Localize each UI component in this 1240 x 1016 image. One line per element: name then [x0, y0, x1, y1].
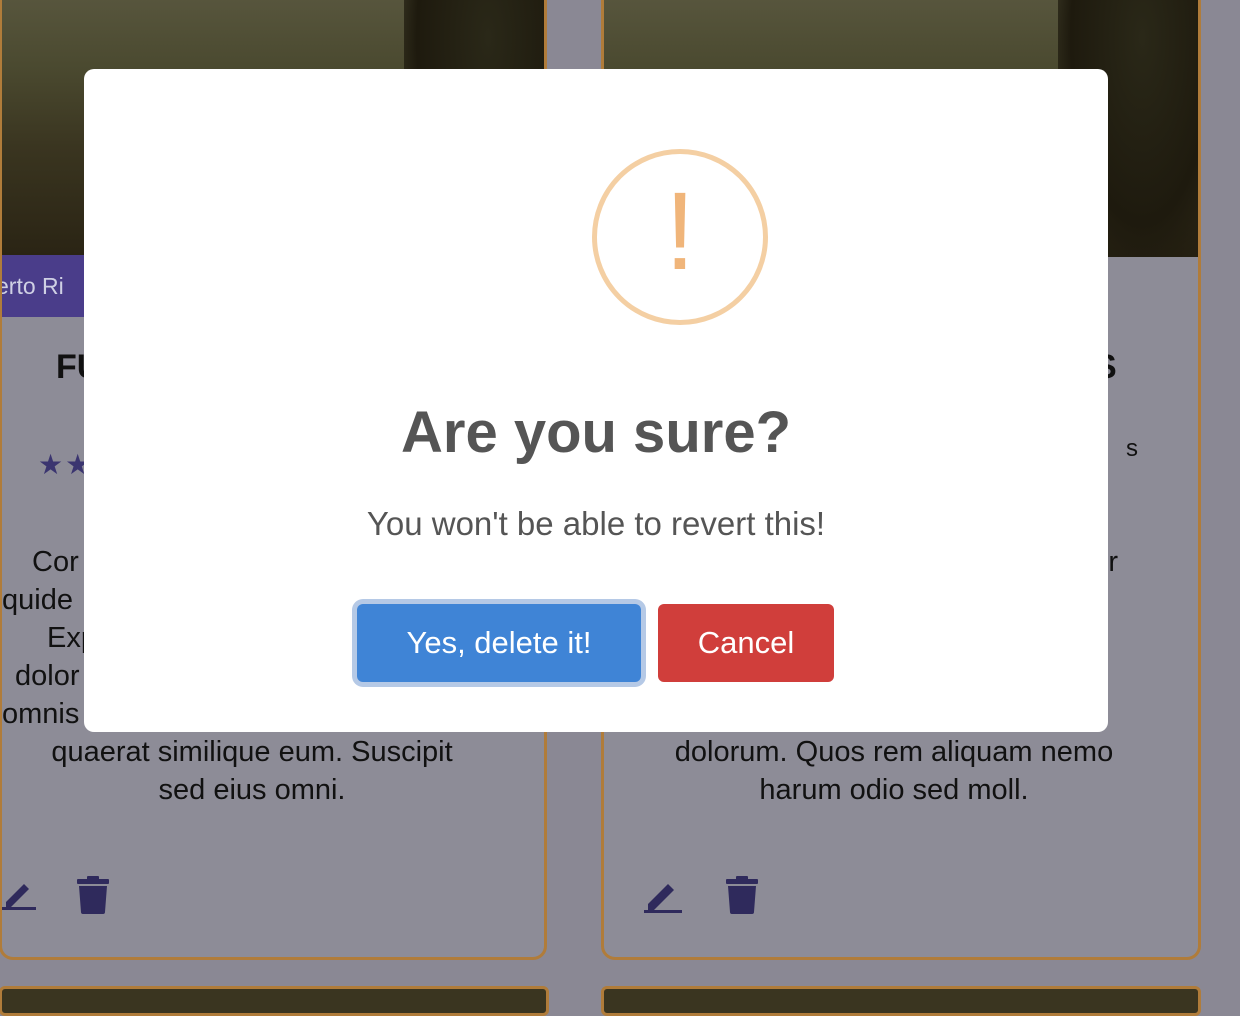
- confirm-delete-button[interactable]: Yes, delete it!: [357, 604, 641, 682]
- warning-icon: !: [592, 149, 768, 325]
- confirm-dialog: ! Are you sure? You won't be able to rev…: [84, 69, 1108, 732]
- dialog-title: Are you sure?: [401, 400, 791, 465]
- exclamation-icon: !: [664, 170, 696, 293]
- cancel-button[interactable]: Cancel: [658, 604, 834, 682]
- dialog-text: You won't be able to revert this!: [366, 505, 826, 542]
